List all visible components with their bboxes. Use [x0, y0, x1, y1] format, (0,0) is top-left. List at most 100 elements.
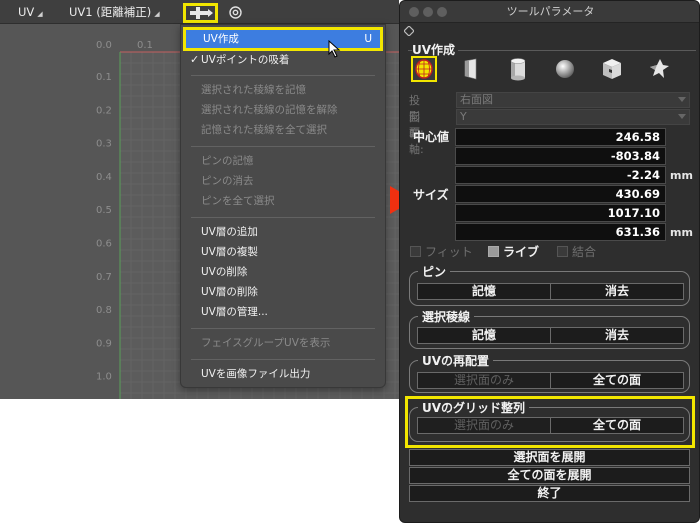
menu-item-select-remembered-edges[interactable]: 記憶された稜線を全て選択: [181, 120, 385, 140]
menu-item-label: UV層の削除: [201, 286, 258, 298]
menu-item-show-facegroup-uv[interactable]: フェイスグループUVを表示: [181, 333, 385, 353]
size-unit: mm: [670, 226, 693, 239]
panel-titlebar[interactable]: ツールパラメータ: [400, 1, 699, 23]
target-icon[interactable]: [228, 5, 243, 20]
menu-item-remember-edges[interactable]: 選択された稜線を記憶: [181, 80, 385, 100]
menu-item-add-uv-layer[interactable]: UV層の追加: [181, 222, 385, 242]
center-unit: mm: [670, 169, 693, 182]
y-axis-label: 0.9: [96, 338, 112, 349]
uv-tool-icon: [190, 7, 213, 19]
size-x-field[interactable]: 430.69: [455, 185, 666, 203]
sphere-icon[interactable]: [552, 56, 578, 82]
menu-item-label: UV作成: [203, 33, 239, 45]
menu-item-uv-point-snap[interactable]: ✓ UVポイントの吸着: [181, 50, 385, 70]
menu-item-label: フェイスグループUVを表示: [201, 337, 331, 349]
menu-separator: [191, 75, 375, 76]
panel-title: ツールパラメータ: [506, 5, 595, 18]
edge-remember-button[interactable]: 記憶: [417, 327, 551, 344]
y-axis-label: 0.7: [96, 272, 112, 283]
menu-item-label: ピンの記憶: [201, 155, 254, 167]
cylinder-icon[interactable]: [505, 56, 531, 82]
center-y-field[interactable]: -803.84: [455, 147, 666, 165]
projection-select[interactable]: 右面図: [456, 92, 690, 108]
shape-sphere-poly-button[interactable]: [411, 56, 437, 82]
dropdown-arrow-icon: [678, 97, 686, 102]
fit-label: フィット: [425, 245, 473, 259]
expand-selected-button[interactable]: 選択面を展開: [409, 449, 690, 466]
finish-button[interactable]: 終了: [409, 485, 690, 502]
merge-label: 結合: [572, 245, 597, 259]
size-y-field[interactable]: 1017.10: [455, 204, 666, 222]
x-axis-label: 0.1: [137, 40, 153, 51]
tab-uv1-label: UV1 (距離補正): [69, 5, 152, 19]
live-label: ライブ: [503, 245, 540, 259]
tab-uv1[interactable]: UV1 (距離補正) ◢: [69, 0, 160, 24]
menu-item-erase-pins[interactable]: ピンの消去: [181, 171, 385, 191]
dropdown-arrow-icon: [678, 114, 686, 119]
selected-edges-group-title: 選択稜線: [418, 308, 475, 325]
rotation-axis-value: Y: [460, 110, 467, 123]
menu-item-duplicate-uv-layer[interactable]: UV層の複製: [181, 242, 385, 262]
uv-dropdown-menu: UV作成 U ✓ UVポイントの吸着 選択された稜線を記憶 選択された稜線の記憶…: [180, 24, 386, 388]
menu-separator: [191, 217, 375, 218]
center-z-field[interactable]: -2.24: [455, 166, 666, 184]
menu-item-forget-edges[interactable]: 選択された稜線の記憶を解除: [181, 100, 385, 120]
relayout-all-button[interactable]: 全ての面: [550, 372, 684, 389]
pin-group-title: ピン: [418, 263, 451, 280]
menu-item-label: ピンを全て選択: [201, 195, 275, 207]
box-icon[interactable]: [599, 56, 625, 82]
menu-item-label: UVポイントの吸着: [201, 54, 290, 66]
menu-separator: [191, 359, 375, 360]
menu-item-delete-uv-layer[interactable]: UV層の削除: [181, 282, 385, 302]
relayout-selected-button[interactable]: 選択面のみ: [417, 372, 551, 389]
menu-item-label: 選択された稜線の記憶を解除: [201, 104, 338, 116]
uv-tool-button[interactable]: [183, 3, 218, 23]
y-axis-label: 0.8: [96, 305, 112, 316]
menu-item-label: 選択された稜線を記憶: [201, 84, 306, 96]
sphere-poly-icon: [415, 59, 433, 79]
tab-uv[interactable]: UV ◢: [18, 0, 43, 24]
center-x-field[interactable]: 246.58: [455, 128, 666, 146]
menu-item-delete-uv[interactable]: UVの削除: [181, 262, 385, 282]
y-axis-label: 0.6: [96, 239, 112, 250]
menu-item-label: UV層の複製: [201, 246, 258, 258]
y-axis-label: 0.5: [96, 205, 112, 216]
tab-uv-label: UV: [18, 5, 35, 19]
menu-item-export-uv-image[interactable]: UVを画像ファイル出力: [181, 364, 385, 384]
menu-item-label: ピンの消去: [201, 175, 254, 187]
menu-item-label: UVの削除: [201, 266, 248, 278]
menu-item-label: UV層の管理...: [201, 306, 268, 318]
custom-shape-icon[interactable]: [646, 56, 672, 82]
y-axis-label: 0.3: [96, 139, 112, 150]
size-label: サイズ: [413, 188, 449, 202]
menu-item-select-all-pins[interactable]: ピンを全て選択: [181, 191, 385, 211]
pin-remember-button[interactable]: 記憶: [417, 283, 551, 300]
y-axis-label: 0.1: [96, 72, 112, 83]
menu-item-uv-create[interactable]: UV作成 U: [183, 27, 383, 51]
edge-erase-button[interactable]: 消去: [550, 327, 684, 344]
menu-item-label: UVを画像ファイル出力: [201, 368, 311, 380]
mouse-cursor-icon: [328, 40, 341, 58]
size-z-field[interactable]: 631.36: [455, 223, 666, 241]
rotation-axis-select[interactable]: Y: [456, 109, 690, 125]
uv-view: 0.0 0.1 0.1 0.2 0.3 0.4 0.5 0.6 0.7 0.8 0.9 1.0 UV…: [0, 0, 399, 399]
grid-align-highlight: [405, 396, 695, 448]
uv-toolbar: UV ◢ UV1 (距離補正) ◢: [0, 0, 399, 24]
menu-separator: [191, 146, 375, 147]
menu-item-manage-uv-layers[interactable]: UV層の管理...: [181, 302, 385, 322]
y-axis-label: 0.4: [96, 172, 112, 183]
uv-relayout-group-title: UVの再配置: [418, 352, 494, 369]
menu-separator: [191, 328, 375, 329]
pin-erase-button[interactable]: 消去: [550, 283, 684, 300]
menu-item-label: UV層の追加: [201, 226, 258, 238]
center-label: 中心値: [413, 130, 450, 144]
projection-value: 右面図: [460, 93, 493, 106]
plane-icon[interactable]: [458, 56, 484, 82]
menu-item-label: 記憶された稜線を全て選択: [201, 124, 327, 136]
checkmark-icon: ✓: [190, 53, 200, 66]
expand-all-button[interactable]: 全ての面を展開: [409, 467, 690, 484]
x-axis-label: 0.0: [96, 40, 112, 51]
pin-icon[interactable]: [404, 26, 414, 36]
menu-item-remember-pins[interactable]: ピンの記憶: [181, 151, 385, 171]
y-axis-label: 0.2: [96, 105, 112, 116]
